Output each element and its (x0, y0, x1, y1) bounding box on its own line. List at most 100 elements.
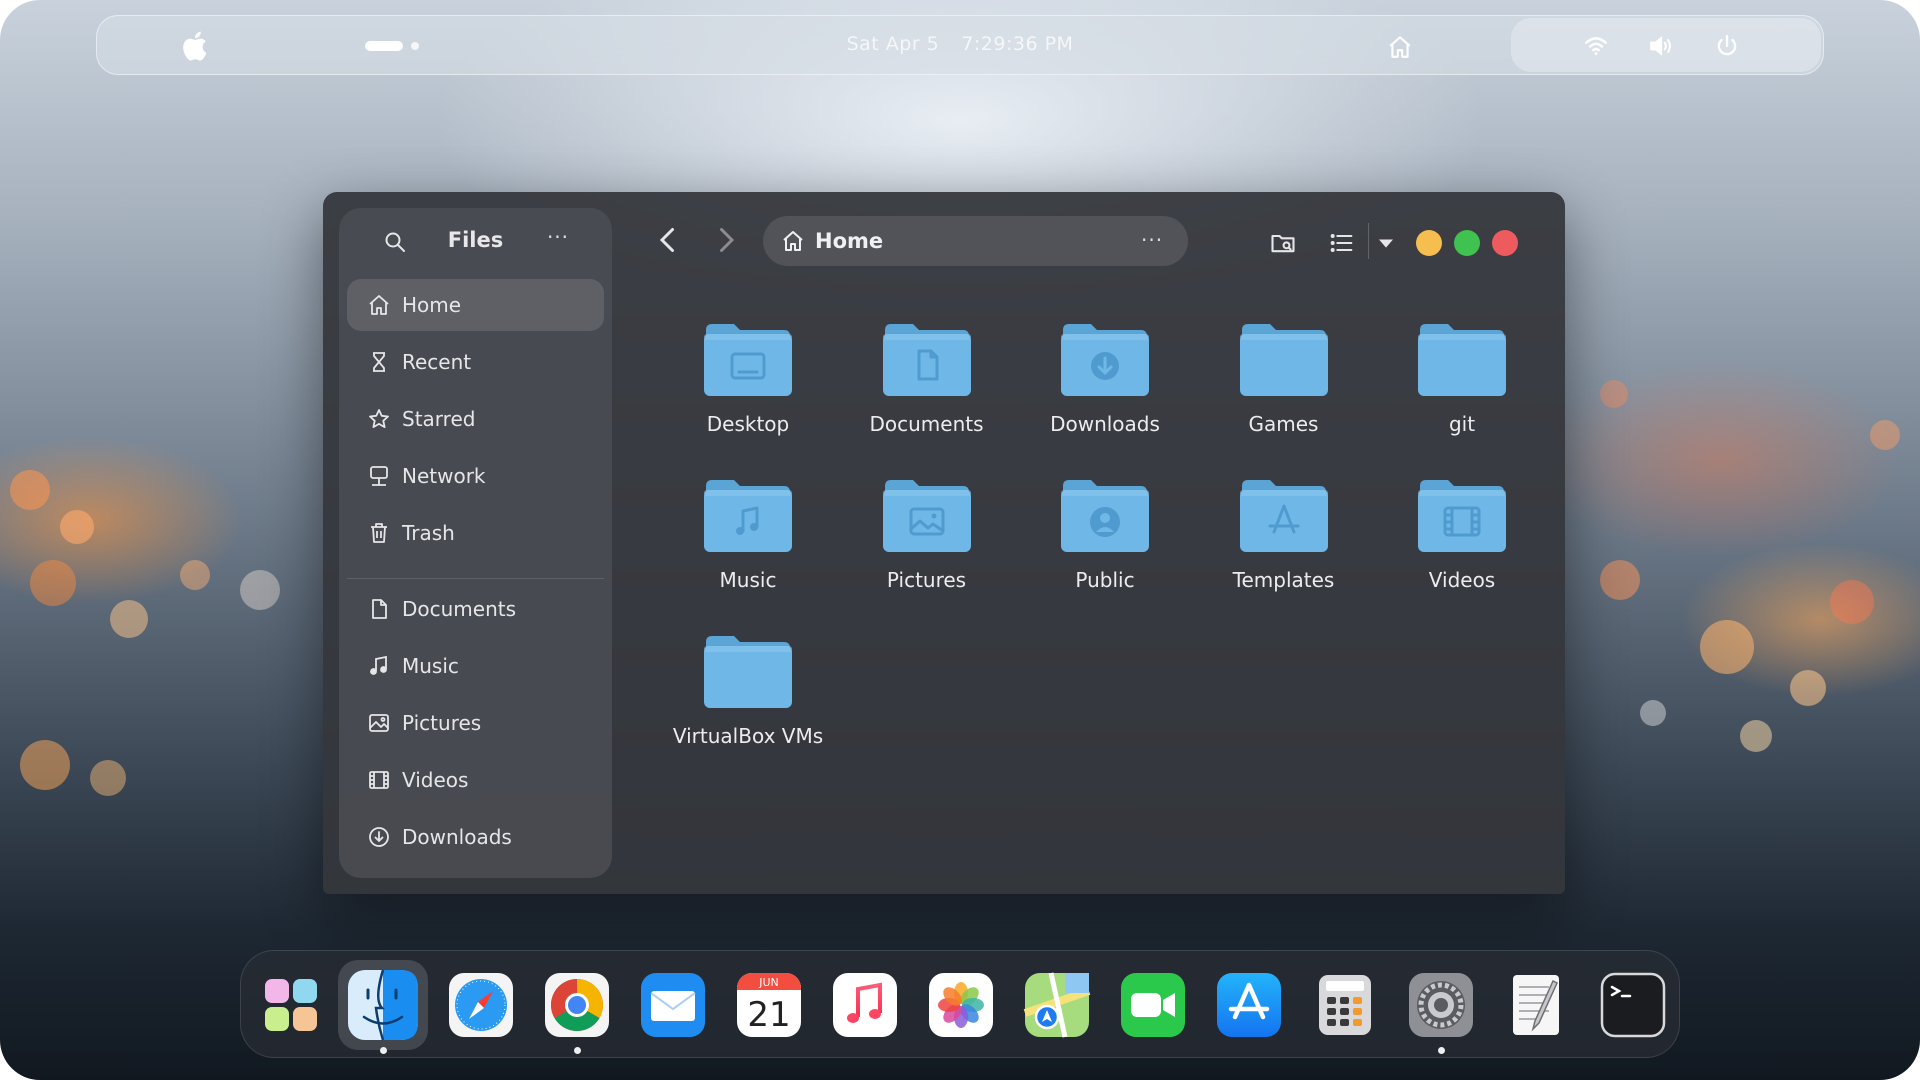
sidebar-item-network[interactable]: Network (347, 450, 604, 502)
file-item[interactable]: Pictures (842, 476, 1012, 626)
file-item[interactable]: Videos (1377, 476, 1547, 626)
file-item[interactable]: Music (663, 476, 833, 626)
file-item[interactable]: Public (1020, 476, 1190, 626)
sidebar-item-downloads[interactable]: Downloads (347, 811, 604, 863)
sidebar-item-starred[interactable]: Starred (347, 393, 604, 445)
sidebar-item-videos[interactable]: Videos (347, 754, 604, 806)
folder-icon (1061, 480, 1149, 552)
sidebar-item-pictures[interactable]: Pictures (347, 697, 604, 749)
sidebar-header: Files ··· (339, 208, 612, 272)
home-icon (369, 295, 389, 315)
maximize-button[interactable] (1454, 230, 1480, 256)
file-item[interactable]: Documents (842, 320, 1012, 470)
dock-calculator[interactable] (1309, 969, 1381, 1041)
sidebar-item-music[interactable]: Music (347, 640, 604, 692)
sidebar-item-label: Network (402, 464, 486, 488)
dock-terminal[interactable] (1597, 969, 1669, 1041)
system-tray[interactable] (1511, 18, 1821, 72)
file-name: Music (719, 568, 777, 592)
folder-icon (1239, 324, 1328, 396)
facetime-icon (1121, 973, 1185, 1037)
chrome-icon (545, 973, 609, 1037)
folder-icon (704, 324, 792, 396)
folder-icon (882, 480, 971, 552)
dock-safari[interactable] (445, 969, 517, 1041)
sidebar-item-label: Home (402, 293, 462, 317)
close-button[interactable] (1492, 230, 1518, 256)
launchpad-icon (265, 979, 317, 1031)
sidebar-menu-button[interactable]: ··· (544, 227, 572, 252)
calendar-icon: JUN 21 (737, 973, 801, 1037)
dock-app-store[interactable] (1213, 969, 1285, 1041)
volume-icon[interactable] (1648, 33, 1674, 59)
dock-launchpad[interactable] (255, 969, 327, 1041)
file-item[interactable]: git (1377, 320, 1547, 470)
file-item[interactable]: Templates (1199, 476, 1369, 626)
text-editor-icon (1513, 975, 1559, 1035)
list-view-icon[interactable] (1328, 229, 1356, 257)
dock-photos[interactable] (925, 969, 997, 1041)
trash-icon (371, 523, 387, 543)
chevron-down-icon[interactable] (1372, 229, 1400, 257)
file-name: Downloads (1050, 412, 1160, 436)
files-window: Files ··· Home Recent Starred Network Tr… (323, 192, 1565, 894)
sidebar-item-documents[interactable]: Documents (347, 583, 604, 635)
terminal-icon (1600, 972, 1666, 1038)
star-icon (369, 409, 389, 428)
forward-button[interactable] (708, 222, 744, 258)
sidebar-item-label: Videos (402, 768, 469, 792)
sidebar-item-label: Pictures (402, 711, 482, 735)
minimize-button[interactable] (1416, 230, 1442, 256)
dock-finder[interactable] (338, 960, 428, 1050)
document-icon (372, 599, 387, 619)
home-icon (783, 231, 803, 251)
clock-time: 7:29:36 PM (961, 33, 1074, 55)
power-icon[interactable] (1714, 33, 1740, 59)
folder-icon (704, 480, 792, 552)
file-item[interactable]: VirtualBox VMs (663, 632, 833, 782)
person-glyph-icon (1090, 507, 1120, 537)
dock-mail[interactable] (637, 969, 709, 1041)
top-bar: Sat Apr 5 7:29:36 PM (96, 15, 1824, 75)
dock-calendar[interactable]: JUN 21 (733, 969, 805, 1041)
file-name: Public (1075, 568, 1135, 592)
path-location[interactable]: Home (815, 229, 883, 253)
photos-icon (929, 973, 993, 1037)
maps-icon (1023, 972, 1091, 1038)
wifi-icon[interactable] (1583, 33, 1609, 59)
dock-maps[interactable] (1021, 969, 1093, 1041)
dock-text-editor[interactable] (1501, 969, 1573, 1041)
folder-icon (1239, 480, 1328, 552)
dock-system-settings[interactable] (1405, 969, 1477, 1041)
file-item[interactable]: Downloads (1020, 320, 1190, 470)
sidebar-item-label: Trash (402, 521, 455, 545)
file-name: Pictures (886, 568, 967, 592)
sidebar-item-trash[interactable]: Trash (347, 507, 604, 559)
calculator-icon (1319, 975, 1371, 1035)
file-item[interactable]: Games (1199, 320, 1369, 470)
sidebar-item-home[interactable]: Home (347, 279, 604, 331)
dock-facetime[interactable] (1117, 969, 1189, 1041)
file-name: Templates (1232, 568, 1335, 592)
home-icon[interactable] (1387, 34, 1413, 60)
file-name: Documents (869, 412, 984, 436)
file-name: git (1448, 412, 1476, 436)
download-icon (369, 827, 389, 847)
safari-icon (449, 973, 513, 1037)
dock-music[interactable] (829, 969, 901, 1041)
dock-chrome[interactable] (541, 969, 613, 1041)
back-button[interactable] (650, 222, 686, 258)
sidebar-item-recent[interactable]: Recent (347, 336, 604, 388)
folder-icon (1418, 480, 1506, 552)
path-menu-button[interactable]: ··· (1141, 228, 1163, 252)
sidebar-item-label: Starred (402, 407, 476, 431)
folder-icon (882, 324, 971, 396)
sidebar: Files ··· Home Recent Starred Network Tr… (339, 208, 612, 878)
folder-icon (704, 636, 792, 708)
path-bar[interactable]: Home ··· (763, 216, 1188, 266)
music-icon (833, 973, 897, 1037)
search-folder-icon[interactable] (1269, 229, 1297, 257)
sidebar-item-label: Recent (402, 350, 472, 374)
running-indicator (574, 1047, 581, 1054)
file-item[interactable]: Desktop (663, 320, 833, 470)
